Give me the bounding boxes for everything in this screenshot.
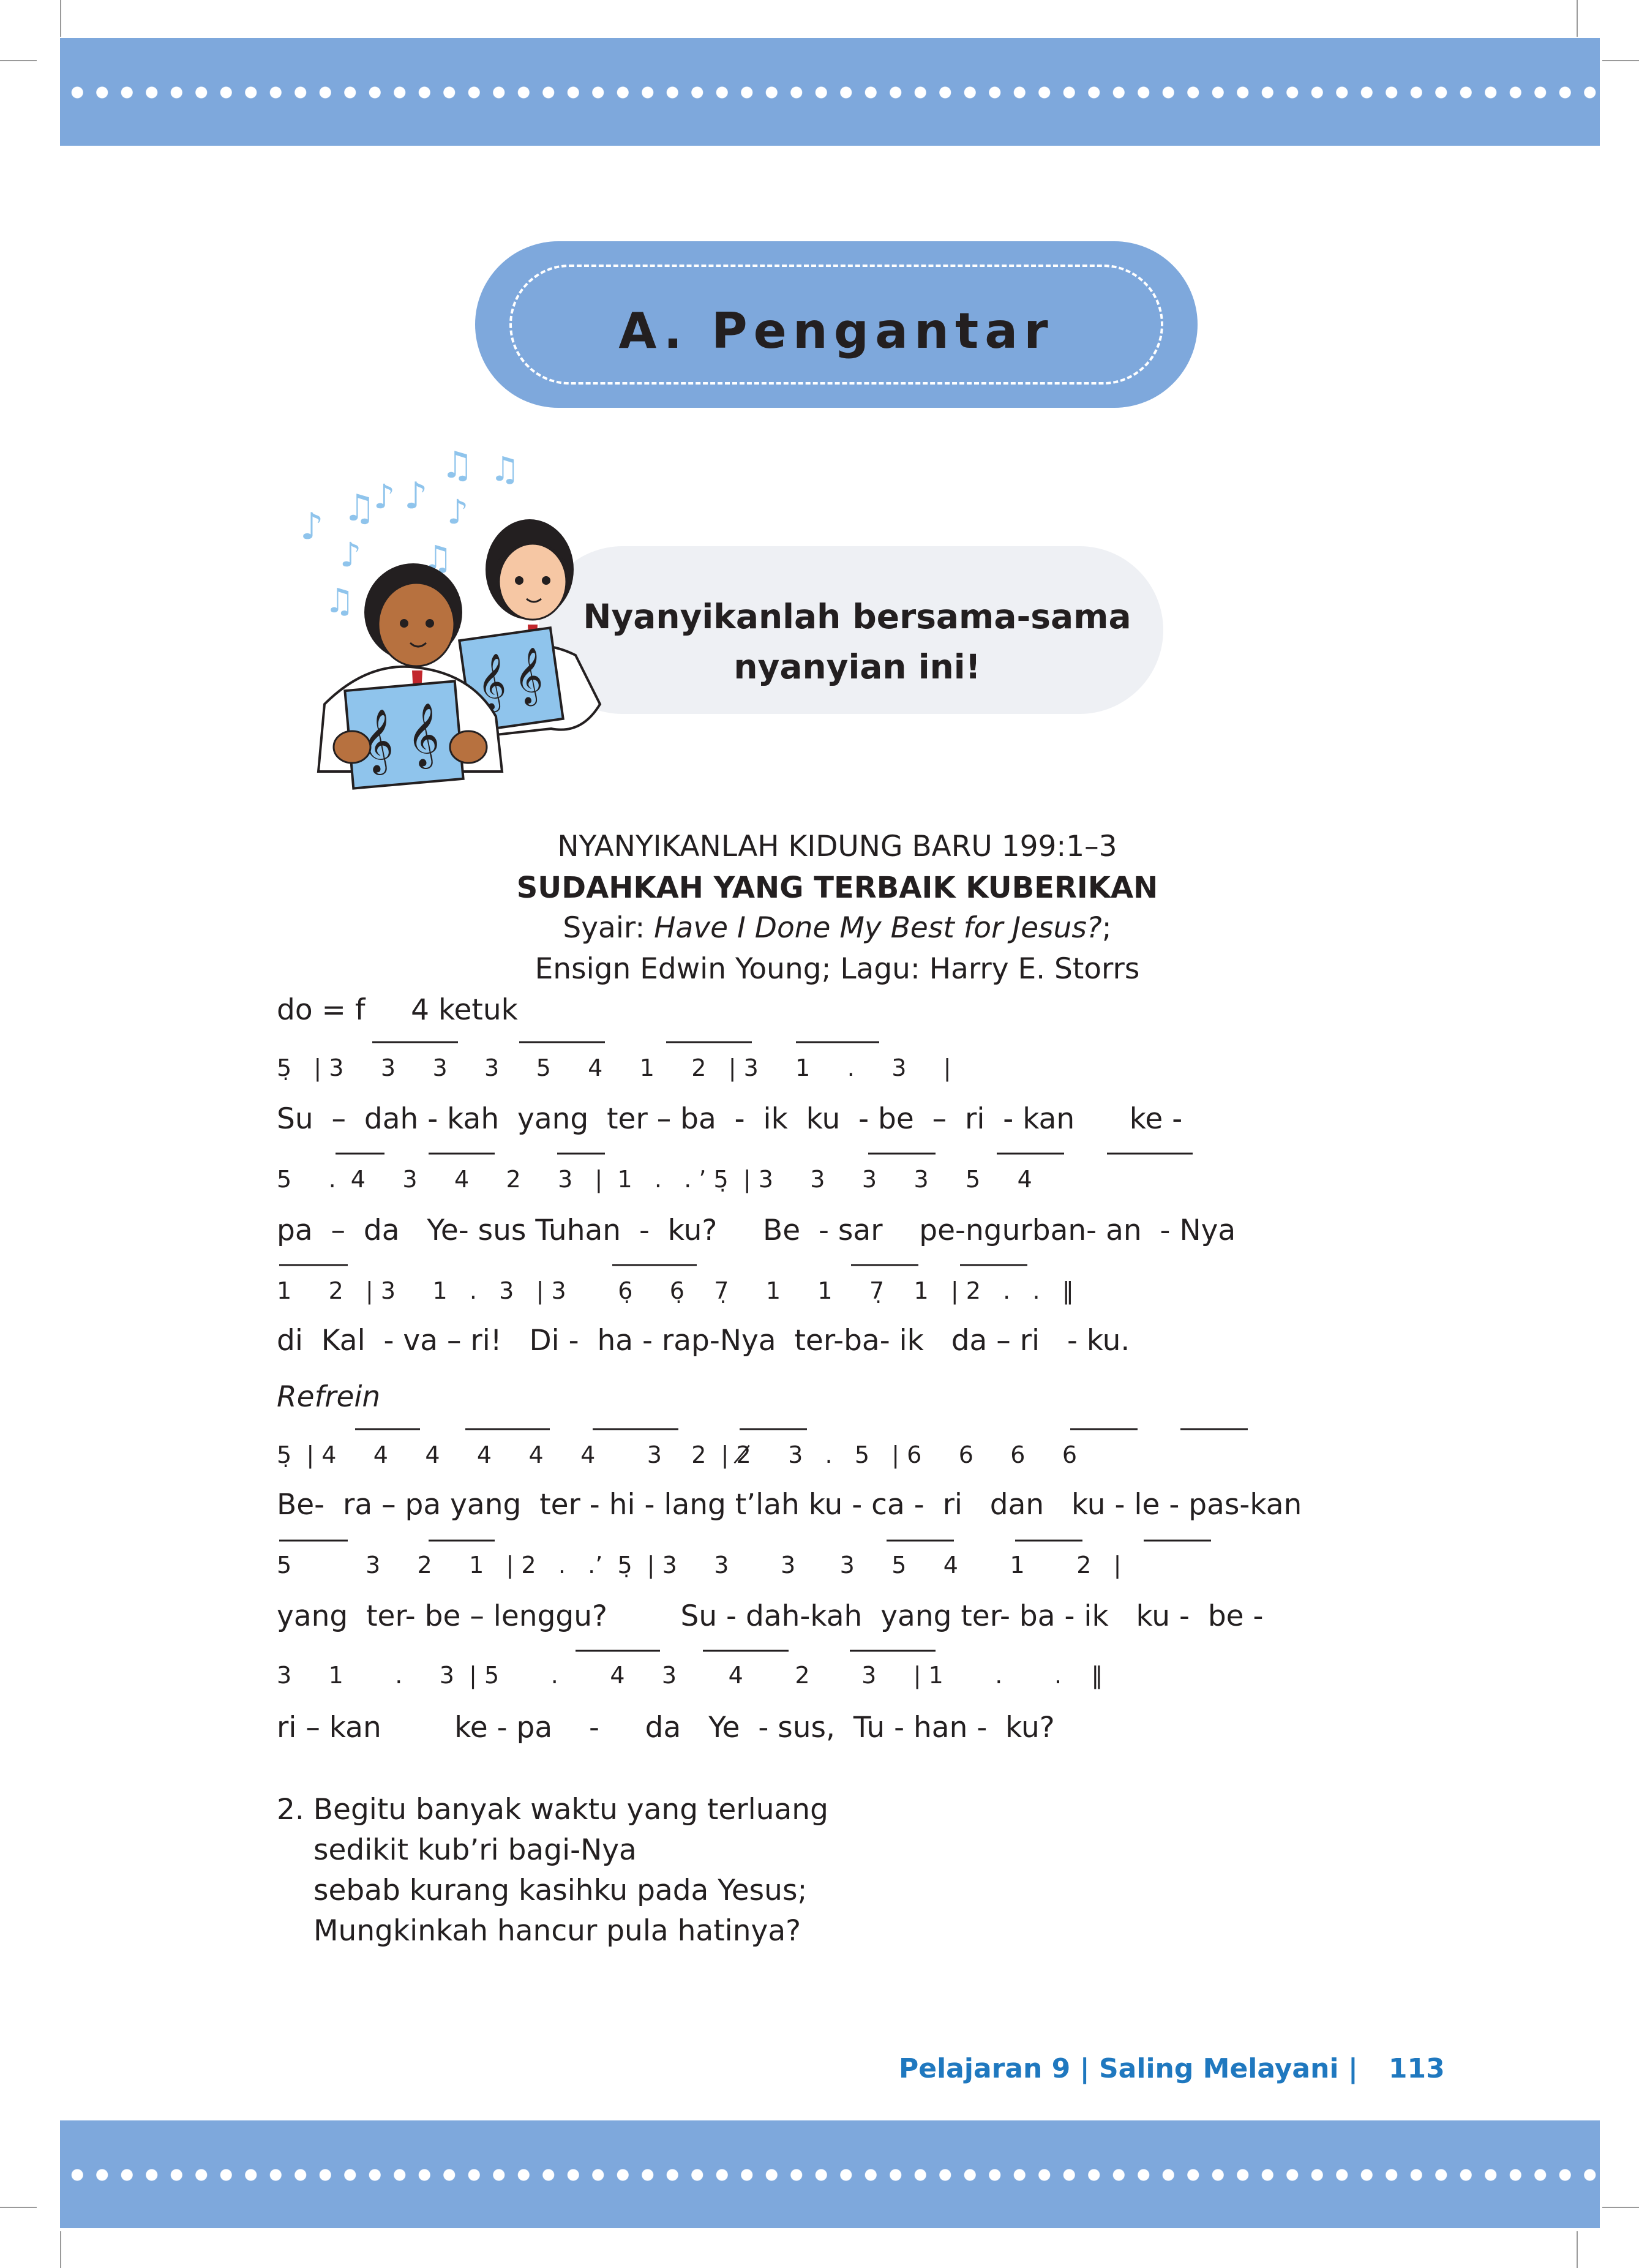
notation-line-4: 5̣ | 4 4 4 4 4 4 3 2 | 2̸ 3 . 5 | 6 6 6 … <box>277 1441 1078 1468</box>
notation-line-2: 5 . 4 3 4 2 3 | 1 . . ’ 5̣ | 3 3 3 3 5 4 <box>277 1166 1032 1193</box>
notation-line-6: 3 1 . 3 | 5 . 4 3 4 2 3 | 1 . . ‖ <box>277 1662 1103 1689</box>
dot-strip <box>60 2167 1600 2183</box>
lyrics-line-6: ri – kan ke - pa - da Ye - sus, Tu - han… <box>277 1711 1055 1744</box>
lyrics-line-4: Be- ra – pa yang ter - hi - lang t’lah k… <box>277 1488 1302 1522</box>
notation-line-5: 5 3 2 1 | 2 . .’ 5̣ | 3 3 3 3 5 4 1 2 | <box>277 1552 1122 1579</box>
verse-2-line-2: sedikit kub’ri bagi-Nya <box>313 1833 637 1867</box>
lyrics-line-2: pa – da Ye- sus Tuhan - ku? Be - sar pe-… <box>277 1214 1236 1247</box>
verse-2-line-4: Mungkinkah hancur pula hatinya? <box>313 1914 801 1948</box>
notation-line-1: 5̣ | 3 3 3 3 5 4 1 2 | 3 1 . 3 | <box>277 1054 951 1081</box>
lyrics-line-1: Su – dah - kah yang ter – ba - ik ku - b… <box>277 1102 1183 1136</box>
notation-line-3: 1 2 | 3 1 . 3 | 3 6̣ 6̣ 7̣ 1 1 7̣ 1 | 2 … <box>277 1277 1074 1304</box>
page-number: 113 <box>1388 2053 1445 2084</box>
footer-chapter: Pelajaran 9 | Saling Melayani | <box>899 2053 1358 2084</box>
verse-2-line-3: sebab kurang kasihku pada Yesus; <box>313 1874 808 1907</box>
page-footer: Pelajaran 9 | Saling Melayani | 113 <box>899 2053 1445 2084</box>
verse-2-line-1: 2. Begitu banyak waktu yang terluang <box>277 1793 828 1827</box>
refrain-label: Refrein <box>277 1380 381 1414</box>
footer-band <box>60 2120 1600 2228</box>
lyrics-line-3: di Kal - va – ri! Di - ha - rap-Nya ter-… <box>277 1324 1130 1357</box>
lyrics-line-5: yang ter- be – lenggu? Su - dah-kah yang… <box>277 1599 1264 1633</box>
